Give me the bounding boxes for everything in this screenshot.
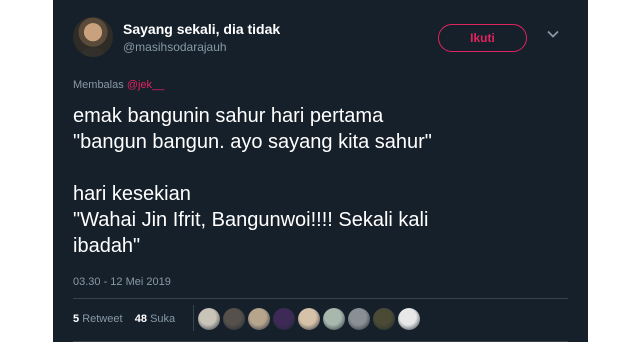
reply-mention-link[interactable]: @jek__	[127, 79, 164, 91]
divider-bottom	[73, 341, 568, 342]
liker-avatar[interactable]	[398, 308, 420, 330]
retweets-label: Retweet	[82, 313, 123, 325]
liker-avatar[interactable]	[223, 308, 245, 330]
liker-avatar[interactable]	[373, 308, 395, 330]
likes-stat[interactable]: 48 Suka	[135, 313, 175, 325]
display-name[interactable]: Sayang sekali, dia tidak	[123, 21, 280, 37]
chevron-down-icon[interactable]	[546, 27, 560, 41]
avatar[interactable]	[73, 17, 113, 57]
liker-avatar[interactable]	[273, 308, 295, 330]
liker-avatar[interactable]	[198, 308, 220, 330]
retweets-count: 5	[73, 313, 80, 325]
tweet-timestamp[interactable]: 03.30 - 12 Mei 2019	[73, 276, 171, 288]
liker-avatar[interactable]	[298, 308, 320, 330]
tweet-text: emak bangunin sahur hari pertama "bangun…	[73, 105, 432, 257]
tweet-card: Sayang sekali, dia tidak @masihsodarajau…	[53, 0, 588, 342]
retweets-stat[interactable]: 5 Retweet	[73, 313, 123, 325]
liker-avatar[interactable]	[248, 308, 270, 330]
follow-button[interactable]: Ikuti	[438, 24, 527, 52]
liker-avatars	[198, 308, 420, 330]
reply-prefix: Membalas	[73, 79, 124, 91]
liker-avatar[interactable]	[348, 308, 370, 330]
liker-avatar[interactable]	[323, 308, 345, 330]
user-handle[interactable]: @masihsodarajauh	[123, 40, 227, 54]
divider	[73, 298, 568, 299]
tweet-stats: 5 Retweet 48 Suka	[73, 313, 175, 325]
stats-separator	[193, 305, 194, 331]
likes-count: 48	[134, 313, 148, 325]
likes-label: Suka	[150, 313, 176, 325]
replying-to: Membalas @jek__	[73, 79, 164, 91]
